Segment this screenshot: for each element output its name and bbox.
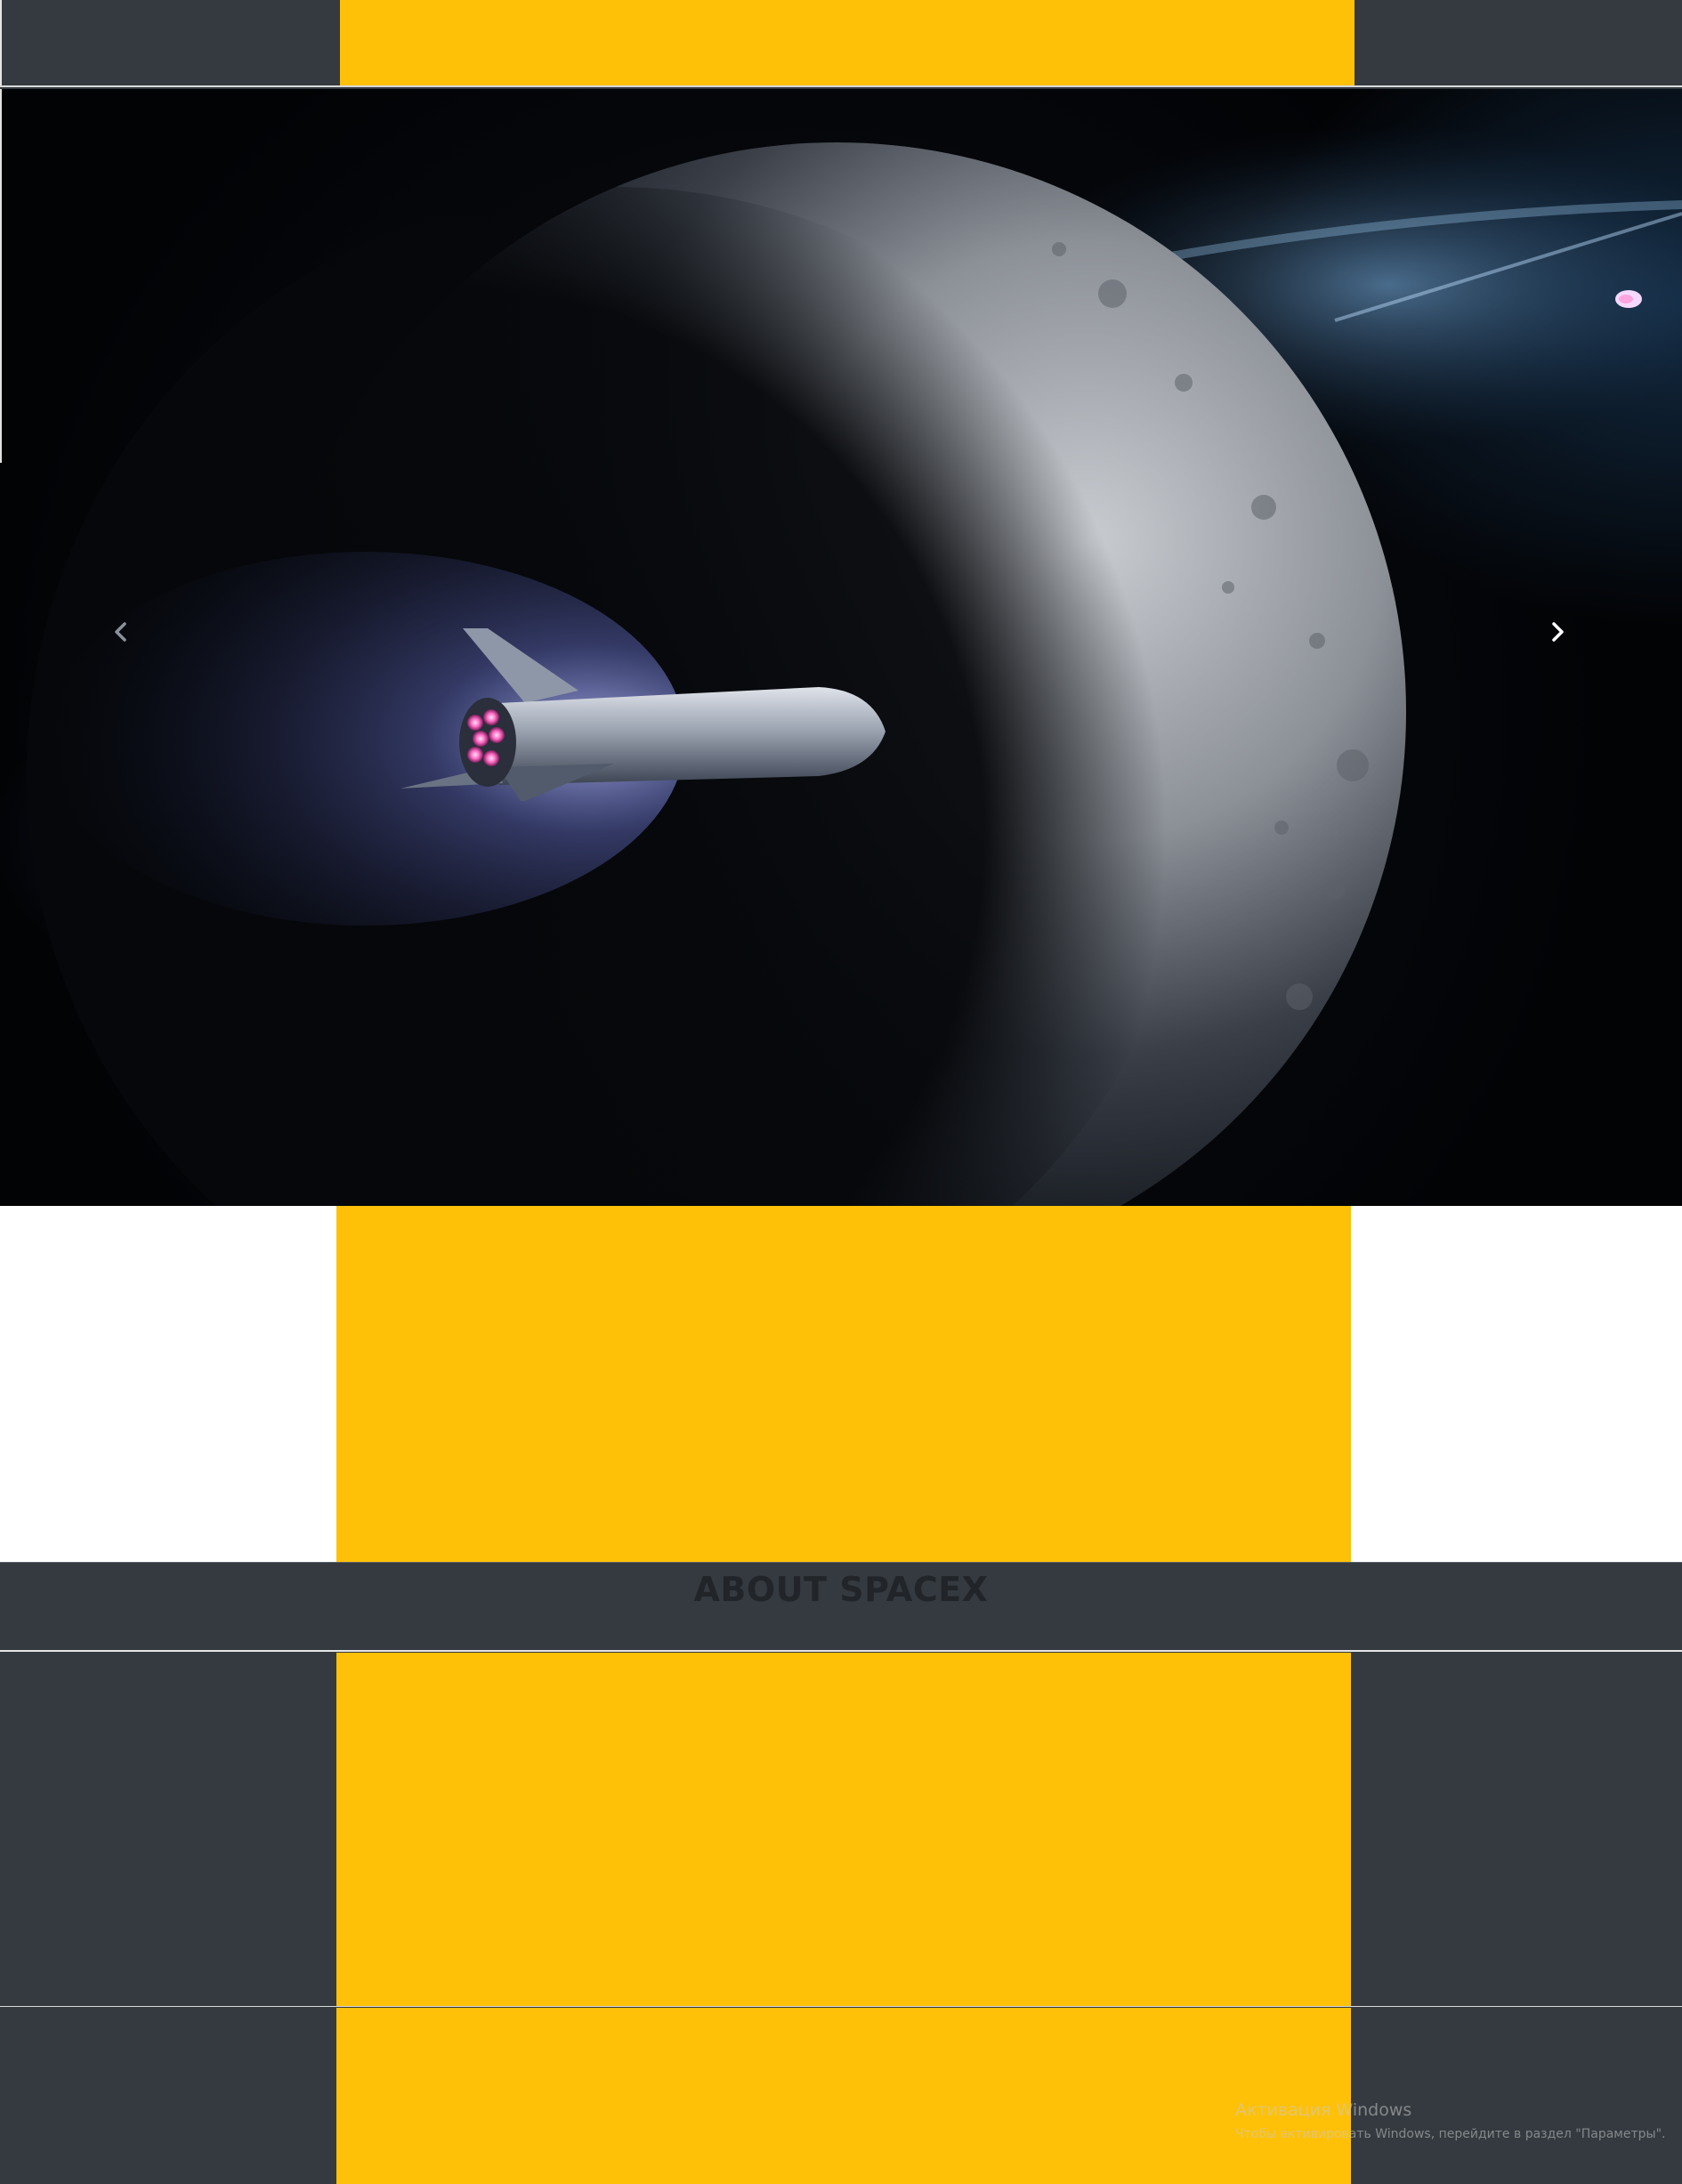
windows-activation-subtitle: Чтобы активировать Windows, перейдите в … [1235,2127,1666,2141]
header-divider [0,85,1682,87]
intro-section [0,1206,1682,1562]
about-divider [0,1650,1682,1652]
windows-activation-watermark: Активация Windows Чтобы активировать Win… [1235,2100,1665,2141]
about-content-container [336,1653,1351,2007]
next-section [0,2008,1682,2184]
hero-left-edge [0,89,2,463]
section-divider [0,2006,1682,2007]
about-content-section [0,1653,1682,2007]
about-section-header: ABOUT SPACEX [0,1562,1682,1652]
about-title: ABOUT SPACEX [693,1570,989,1609]
hero-carousel [0,89,1682,1206]
chevron-right-icon [1552,622,1564,642]
header-bar [0,0,1682,87]
carousel-prev-button[interactable] [94,605,148,659]
windows-activation-title: Активация Windows [1235,2100,1412,2120]
carousel-next-button[interactable] [1531,605,1584,659]
page: ABOUT SPACEX Активация Windows Чтобы акт… [0,0,1682,2184]
next-section-container [336,2008,1351,2184]
header-container [340,0,1354,87]
starship-moon-image [27,125,1682,1206]
chevron-left-icon [115,622,126,642]
intro-container [336,1206,1351,1562]
header-left-edge [0,0,2,87]
